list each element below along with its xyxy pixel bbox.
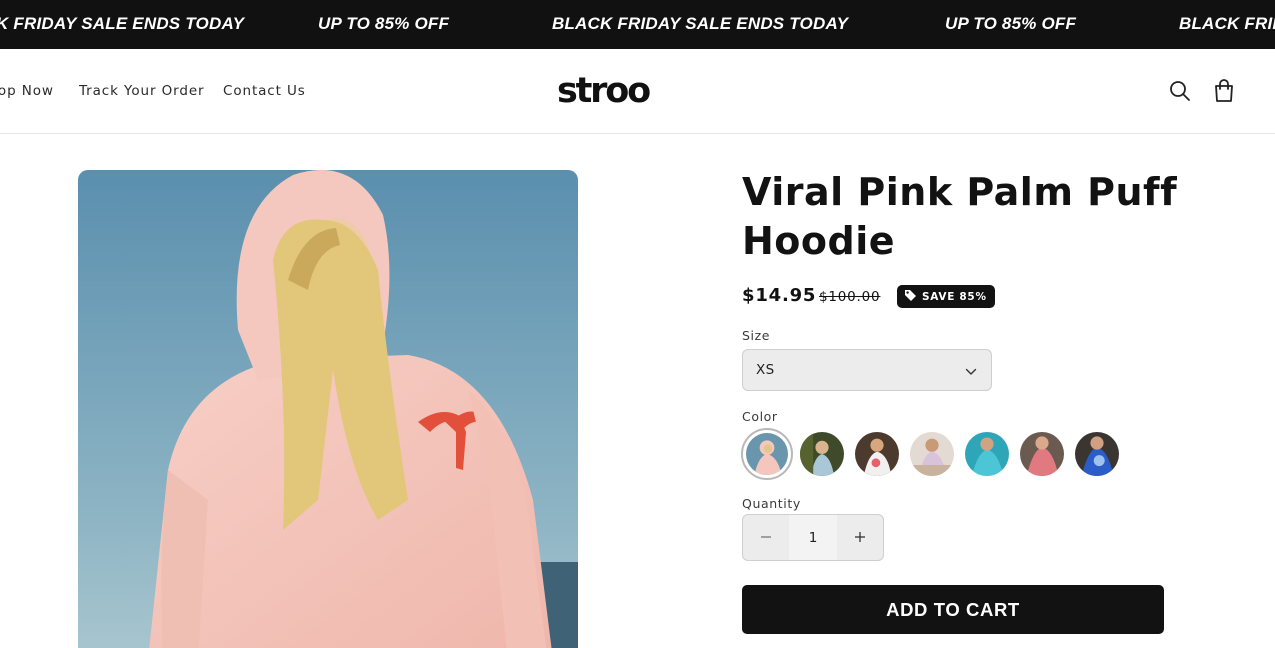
announcement-bar: BLACK FRIDAY SALE ENDS TODAY UP TO 85% O…	[0, 0, 1275, 49]
nav-link-contact-us[interactable]: Contact Us	[223, 82, 306, 100]
search-icon[interactable]	[1166, 77, 1194, 105]
size-select[interactable]: XS	[742, 349, 992, 391]
color-label: Color	[742, 409, 778, 424]
site-logo[interactable]: stroo	[557, 69, 651, 113]
nav-link-track-order[interactable]: Track Your Order	[79, 82, 205, 100]
product-price: $14.95	[742, 285, 817, 306]
quantity-label: Quantity	[742, 496, 801, 511]
nav-link-shop-now[interactable]: Shop Now	[0, 82, 54, 100]
tag-icon	[904, 289, 917, 305]
color-swatch-7[interactable]	[1075, 432, 1119, 476]
chevron-down-icon	[965, 361, 977, 380]
product-title: Viral Pink Palm Puff Hoodie	[742, 170, 1178, 263]
color-swatch-1[interactable]	[741, 428, 793, 480]
quantity-stepper: 1	[742, 514, 884, 561]
compare-price: $100.00	[819, 289, 881, 305]
sale-badge: SAVE 85%	[897, 285, 995, 308]
quantity-increase-button[interactable]	[837, 515, 883, 560]
quantity-decrease-button[interactable]	[743, 515, 789, 560]
announcement-text: BLACK FRIDAY SALE ENDS TODAY	[1179, 14, 1275, 33]
size-select-value: XS	[756, 362, 775, 378]
announcement-text: UP TO 85% OFF	[945, 14, 1077, 33]
sale-badge-label: SAVE 85%	[922, 290, 987, 303]
add-to-cart-button[interactable]: ADD TO CART	[742, 585, 1164, 634]
color-swatch-5[interactable]	[965, 432, 1009, 476]
site-header: Shop Now Track Your Order Contact Us str…	[0, 49, 1275, 134]
announcement-text: UP TO 85% OFF	[318, 14, 450, 33]
minus-icon	[760, 527, 772, 548]
color-swatch-2[interactable]	[800, 432, 844, 476]
color-swatch-4[interactable]	[910, 432, 954, 476]
size-label: Size	[742, 328, 771, 343]
quantity-input[interactable]: 1	[789, 515, 837, 560]
product-image[interactable]	[78, 170, 578, 648]
cart-icon[interactable]	[1210, 77, 1238, 105]
announcement-text: BLACK FRIDAY SALE ENDS TODAY	[0, 14, 245, 33]
color-swatch-3[interactable]	[855, 432, 899, 476]
color-swatch-6[interactable]	[1020, 432, 1064, 476]
announcement-text: BLACK FRIDAY SALE ENDS TODAY	[552, 14, 849, 33]
plus-icon	[854, 527, 866, 548]
